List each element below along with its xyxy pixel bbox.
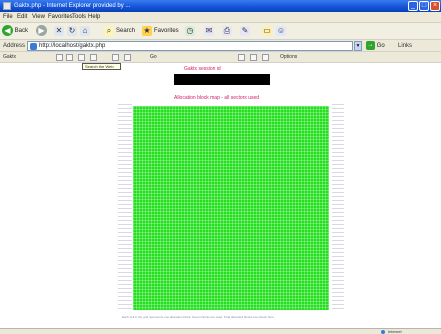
app-toolbar-label: Gaktx xyxy=(3,54,17,60)
toolbar-option-icon[interactable] xyxy=(238,54,245,61)
app-toolbar-go[interactable]: Go xyxy=(150,53,157,62)
address-label: Address xyxy=(3,43,26,49)
menu-bar: File Edit View Favorites Tools Help xyxy=(0,12,441,23)
minimize-button[interactable]: _ xyxy=(408,1,418,11)
messenger-icon[interactable]: ☺ xyxy=(276,26,286,36)
menu-view[interactable]: View xyxy=(32,13,45,21)
toolbar-option-icon[interactable] xyxy=(262,54,269,61)
address-dropdown-icon[interactable]: ▼ xyxy=(354,41,362,51)
toolbar-option-icon[interactable] xyxy=(56,54,63,61)
menu-favorites[interactable]: Favorites xyxy=(48,13,73,21)
row-labels xyxy=(118,104,132,310)
footnote: Each cell in the grid represents one all… xyxy=(122,315,275,319)
back-arrow-icon: ◀ xyxy=(2,25,13,36)
history-icon[interactable]: ◷ xyxy=(185,26,195,36)
block-grid xyxy=(133,106,329,310)
close-button[interactable]: × xyxy=(430,1,440,11)
go-arrow-icon: → xyxy=(366,41,375,50)
app-toolbar-options[interactable]: Options xyxy=(280,53,297,62)
folder-icon[interactable]: ▭ xyxy=(262,26,272,36)
toolbar-option-icon[interactable] xyxy=(112,54,119,61)
status-text: Internet xyxy=(388,329,402,334)
page-heading: Gaktx session id xyxy=(184,66,221,72)
refresh-icon[interactable]: ↻ xyxy=(67,26,77,36)
internet-zone-icon xyxy=(381,330,385,334)
window-title: Gaktx.php - Internet Explorer provided b… xyxy=(14,3,131,9)
print-icon[interactable]: ⎙ xyxy=(222,26,232,36)
toolbar-option-icon[interactable] xyxy=(78,54,85,61)
toolbar-option-icon[interactable] xyxy=(124,54,131,61)
links-button[interactable]: Links xyxy=(398,41,412,51)
title-bar: Gaktx.php - Internet Explorer provided b… xyxy=(0,0,441,12)
browser-icon xyxy=(3,2,11,10)
menu-tools[interactable]: Tools xyxy=(72,13,86,21)
navigation-toolbar: ◀ Back ▶ ✕ ↻ ⌂ ⌕ Search ★ Favorites ◷ ✉ … xyxy=(0,23,441,40)
forward-arrow-icon: ▶ xyxy=(36,25,47,36)
favorites-label[interactable]: Favorites xyxy=(154,26,179,36)
go-label: Go xyxy=(376,43,385,49)
menu-help[interactable]: Help xyxy=(88,13,100,21)
home-icon[interactable]: ⌂ xyxy=(80,26,90,36)
address-field[interactable]: http://localhost/gaktx.php xyxy=(27,41,353,51)
address-bar: Address http://localhost/gaktx.php ▼ → G… xyxy=(0,40,441,52)
allocation-grid xyxy=(118,104,344,310)
back-label: Back xyxy=(14,28,29,34)
tooltip: Search the Web xyxy=(82,63,121,70)
toolbar-option-icon[interactable] xyxy=(90,54,97,61)
back-button[interactable]: ◀ Back xyxy=(2,25,28,37)
go-button[interactable]: → Go xyxy=(366,41,385,51)
page-subheading: Allocation block map - all sectors used xyxy=(174,95,260,101)
edit-icon[interactable]: ✎ xyxy=(240,26,250,36)
menu-edit[interactable]: Edit xyxy=(17,13,27,21)
page-icon xyxy=(30,43,37,50)
toolbar-option-icon[interactable] xyxy=(66,54,73,61)
row-labels-right xyxy=(332,104,344,310)
toolbar-option-icon[interactable] xyxy=(250,54,257,61)
app-toolbar: Gaktx Go Options xyxy=(0,52,441,63)
forward-button[interactable]: ▶ xyxy=(36,25,47,37)
menu-file[interactable]: File xyxy=(3,13,13,21)
maximize-button[interactable]: □ xyxy=(419,1,429,11)
status-bar: Internet xyxy=(0,328,441,334)
stop-icon[interactable]: ✕ xyxy=(54,26,64,36)
search-icon[interactable]: ⌕ xyxy=(104,26,114,36)
favorites-star-icon[interactable]: ★ xyxy=(142,26,152,36)
search-label[interactable]: Search xyxy=(116,26,135,36)
browser-window: Gaktx.php - Internet Explorer provided b… xyxy=(0,0,441,334)
redacted-block xyxy=(174,74,270,85)
address-value: http://localhost/gaktx.php xyxy=(39,43,106,49)
mail-icon[interactable]: ✉ xyxy=(204,26,214,36)
